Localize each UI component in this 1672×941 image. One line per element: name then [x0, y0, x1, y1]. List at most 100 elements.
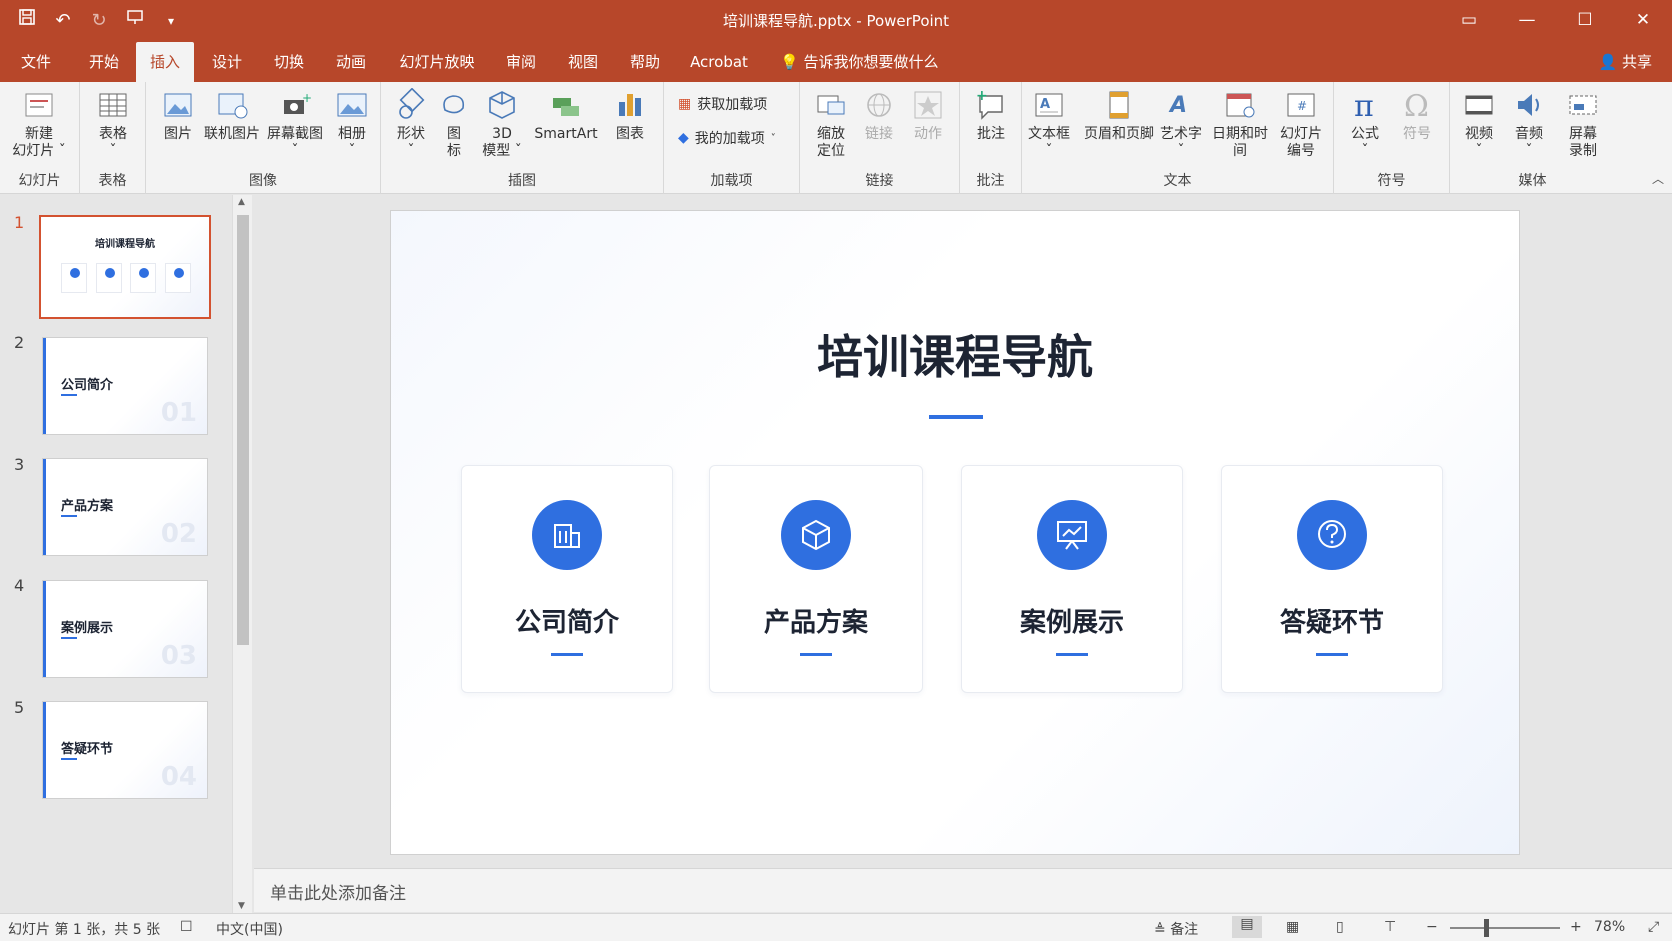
equation-button[interactable]: π 公式 ˇ — [1342, 86, 1388, 160]
tab-view[interactable]: 视图 — [558, 42, 608, 82]
cube-3d-icon — [489, 91, 515, 119]
card-underline — [800, 653, 832, 656]
symbol-button[interactable]: Ω 符号 — [1394, 86, 1440, 143]
tab-slideshow[interactable]: 幻灯片放映 — [392, 42, 482, 82]
fit-slide-icon[interactable]: ⤢ — [1648, 919, 1659, 935]
group-symbols: π 公式 ˇ Ω 符号 符号 — [1334, 82, 1450, 194]
scroll-up-icon[interactable]: ▲ — [238, 197, 245, 207]
online-picture-button[interactable]: 联机图片 — [202, 86, 262, 143]
slide-thumbnail-3[interactable]: 产品方案 02 — [42, 458, 208, 556]
card-qa-session[interactable]: 答疑环节 — [1221, 465, 1443, 693]
minimize-button[interactable]: — — [1498, 0, 1556, 42]
tab-home[interactable]: 开始 — [78, 42, 130, 82]
slide-thumbnail-4[interactable]: 案例展示 03 — [42, 580, 208, 678]
collapse-ribbon-icon[interactable]: ︿ — [1652, 170, 1664, 187]
slide-title[interactable]: 培训课程导航 — [391, 321, 1519, 387]
new-slide-button[interactable]: 新建 幻灯片 ˇ — [6, 86, 72, 160]
slide-sorter-view-icon[interactable]: ▦ — [1286, 919, 1299, 935]
slide-canvas[interactable]: 培训课程导航 公司简介 产品方案 案例展示 答疑环节 — [390, 210, 1520, 855]
zoom-button[interactable]: 缩放 定位 — [808, 86, 854, 160]
notes-pane[interactable]: 单击此处添加备注 — [254, 868, 1672, 912]
album-button[interactable]: 相册 ˇ — [330, 86, 374, 160]
slide-number-button[interactable]: # 幻灯片 编号 — [1274, 86, 1328, 160]
wordart-label: 艺术字 ˇ — [1160, 126, 1202, 159]
tab-review[interactable]: 审阅 — [496, 42, 546, 82]
datetime-button[interactable]: 日期和时间 — [1208, 86, 1272, 160]
slide-counter: 幻灯片 第 1 张，共 5 张 — [8, 922, 161, 938]
card-company-intro[interactable]: 公司简介 — [461, 465, 673, 693]
slide-thumbnail-5[interactable]: 答疑环节 04 — [42, 701, 208, 799]
slide-thumbnails-pane: 1 培训课程导航 2 公司简介 01 3 产品方案 02 4 案例展示 03 5… — [0, 195, 254, 913]
notes-toggle-button[interactable]: ≜ 备注 — [1154, 919, 1198, 939]
smartart-button[interactable]: SmartArt — [531, 86, 601, 143]
3d-model-button[interactable]: 3D 模型 ˇ — [477, 86, 527, 160]
tab-insert[interactable]: 插入 — [136, 42, 194, 82]
chart-button[interactable]: 图表 — [607, 86, 653, 143]
close-button[interactable]: ✕ — [1614, 0, 1672, 42]
svg-text:A: A — [1040, 97, 1050, 112]
textbox-button[interactable]: A 文本框 ˇ — [1026, 86, 1072, 160]
scroll-down-icon[interactable]: ▼ — [238, 901, 245, 911]
pi-icon: π — [1354, 89, 1374, 122]
comment-icon: + — [976, 88, 1003, 120]
card-label: 公司简介 — [514, 608, 619, 638]
zoom-slider-track[interactable] — [1450, 927, 1560, 929]
accessibility-check-icon[interactable]: ☐ — [180, 919, 193, 935]
normal-view-button[interactable]: ▤ — [1232, 916, 1262, 938]
card-case-showcase[interactable]: 案例展示 — [961, 465, 1183, 693]
link-button[interactable]: 链接 — [858, 86, 900, 143]
table-button[interactable]: 表格 ˇ — [88, 86, 138, 160]
cube-icon — [781, 500, 851, 570]
thumbnail-card — [95, 263, 122, 293]
wordart-button[interactable]: A 艺术字 ˇ — [1158, 86, 1204, 160]
shapes-button[interactable]: 形状 ˇ — [391, 86, 431, 160]
shapes-label: 形状 ˇ — [397, 126, 425, 159]
tab-file[interactable]: 文件 — [12, 42, 60, 82]
video-button[interactable]: 视频 ˇ — [1456, 86, 1502, 160]
header-footer-button[interactable]: 页眉和页脚 — [1082, 86, 1156, 143]
smartart-icon — [553, 98, 579, 116]
slide-thumbnail-2[interactable]: 公司简介 01 — [42, 337, 208, 435]
icons-button[interactable]: 图 标 — [437, 86, 471, 160]
group-media: 视频 ˇ 音频 ˇ 屏幕 录制 媒体 — [1450, 82, 1615, 194]
screen-recording-button[interactable]: 屏幕 录制 — [1558, 86, 1608, 160]
person-icon: 👤 — [1598, 53, 1618, 71]
tell-me-search[interactable]: 💡 告诉我你想要做什么 — [780, 42, 938, 82]
tab-help[interactable]: 帮助 — [620, 42, 670, 82]
scrollbar-thumb[interactable] — [237, 215, 249, 645]
tab-acrobat[interactable]: Acrobat — [684, 42, 754, 82]
shapes-icon — [399, 88, 425, 119]
camera-icon: + — [284, 91, 312, 114]
group-label-text: 文本 — [1163, 173, 1192, 189]
screenshot-button[interactable]: + 屏幕截图 ˇ — [264, 86, 326, 160]
picture-button[interactable]: 图片 — [158, 86, 198, 143]
group-label-symbols: 符号 — [1377, 173, 1406, 189]
share-button[interactable]: 👤 共享 — [1599, 42, 1652, 82]
get-addins-button[interactable]: ▦ 获取加载项 — [678, 94, 767, 114]
maximize-button[interactable]: ☐ — [1556, 0, 1614, 42]
zoom-in-button[interactable]: + — [1570, 919, 1582, 935]
new-slide-label: 新建 幻灯片 ˇ — [12, 126, 66, 159]
comment-button[interactable]: + 批注 — [968, 86, 1014, 143]
audio-button[interactable]: 音频 ˇ — [1506, 86, 1552, 160]
ribbon-display-options-icon[interactable]: ▭ — [1440, 0, 1498, 42]
action-button[interactable]: 动作 — [906, 86, 950, 143]
language-indicator[interactable]: 中文(中国) — [216, 919, 283, 939]
zoom-out-button[interactable]: − — [1426, 919, 1438, 935]
group-comments: + 批注 批注 — [960, 82, 1022, 194]
thumbnail-card — [164, 263, 191, 293]
zoom-level[interactable]: 78% — [1594, 919, 1625, 935]
thumbnails-scrollbar[interactable]: ▲ ▼ — [232, 195, 252, 913]
new-slide-icon — [25, 93, 53, 117]
slide-thumbnail-1[interactable]: 培训课程导航 — [39, 215, 211, 319]
card-product-solution[interactable]: 产品方案 — [709, 465, 923, 693]
my-addins-button[interactable]: ◆ 我的加载项 ˅ — [678, 128, 776, 148]
reading-view-icon[interactable]: ▯ — [1336, 919, 1344, 935]
zoom-slider-thumb[interactable] — [1484, 919, 1489, 937]
thumbnail-underline — [61, 758, 77, 760]
tab-design[interactable]: 设计 — [200, 42, 254, 82]
tab-transitions[interactable]: 切换 — [262, 42, 316, 82]
slideshow-view-icon[interactable]: ⊤ — [1384, 919, 1396, 935]
thumbnail-number: 2 — [14, 333, 25, 352]
tab-animations[interactable]: 动画 — [324, 42, 378, 82]
